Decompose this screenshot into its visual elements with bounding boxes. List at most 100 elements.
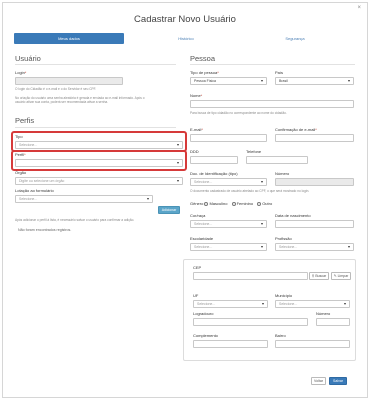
limpar-label: Limpar	[337, 274, 349, 278]
tipo-pessoa-label: Tipo de pessoa*	[190, 70, 219, 75]
endereco-numero-input[interactable]	[316, 318, 350, 326]
genero-option-label: Feminino	[236, 201, 254, 206]
profissao-label: Profissão	[275, 236, 292, 241]
tab-meus-dados[interactable]: Meus dados	[14, 33, 124, 44]
chevron-down-icon: ▾	[146, 196, 149, 201]
cor-select-value: Selecione...	[194, 222, 213, 226]
telefone-label: Telefone	[246, 149, 262, 154]
tipo-pessoa-value: Pessoa Física	[194, 79, 216, 83]
buscar-label: Buscar	[315, 274, 327, 278]
pais-select[interactable]: Brasil ▾	[275, 77, 354, 85]
nascimento-input[interactable]	[275, 220, 354, 228]
section-usuario-heading: Usuário	[15, 54, 41, 63]
genero-option-feminino[interactable]: Feminino	[231, 201, 256, 206]
email-confirm-label: Confirmação de e-mail*	[275, 127, 317, 132]
nascimento-label: Data de nascimento	[275, 213, 311, 218]
divider	[190, 64, 355, 65]
logradouro-label: Logradouro	[193, 311, 214, 316]
bairro-input[interactable]	[275, 340, 350, 348]
orgao-label: Órgão	[15, 170, 27, 175]
divider	[15, 127, 176, 128]
voltar-button[interactable]: Voltar	[311, 377, 326, 385]
chevron-down-icon: ▾	[261, 301, 264, 306]
orgao-select-value: Digite ou selecione um órgão	[19, 179, 65, 183]
genero-radio-group: Gênero Masculino Feminino Outro	[190, 201, 275, 206]
numero-label: Número	[275, 171, 290, 176]
ddd-input[interactable]	[190, 156, 238, 164]
telefone-input[interactable]	[246, 156, 308, 164]
nome-input[interactable]	[190, 100, 354, 108]
doc-label: Doc. de Identificação (tipo)	[190, 171, 238, 176]
uf-select[interactable]: Selecione... ▾	[193, 300, 268, 308]
salvar-button[interactable]: Salvar	[329, 377, 347, 385]
lotacao-label: Lotação ao formulário	[15, 188, 54, 193]
section-perfis-heading: Perfis	[15, 116, 35, 125]
cep-input[interactable]	[193, 272, 308, 280]
perfis-empty-message: Não foram encontrados registros.	[18, 228, 72, 232]
lotacao-select-value: Selecione...	[19, 197, 38, 201]
profissao-select[interactable]: Selecione... ▾	[275, 243, 354, 251]
chevron-down-icon: ▾	[176, 178, 179, 183]
pais-value: Brasil	[279, 79, 288, 83]
adicionar-button[interactable]: Adicionar	[158, 206, 180, 214]
chevron-down-icon: ▾	[260, 244, 263, 249]
genero-label: Gênero	[190, 201, 204, 206]
login-label: Login*	[15, 70, 27, 75]
tab-bar: Meus dados Histórico Segurança	[14, 33, 349, 44]
radio-icon	[204, 201, 209, 206]
chevron-down-icon: ▾	[343, 301, 346, 306]
genero-option-outro[interactable]: Outro	[257, 201, 275, 206]
login-help: O login do Cidadão é o e-mail e o do Ser…	[15, 87, 97, 91]
genero-option-masculino[interactable]: Masculino	[204, 201, 230, 206]
modal-title: Cadastrar Novo Usuário	[134, 14, 236, 25]
escolaridade-label: Escolaridade	[190, 236, 214, 241]
escolaridade-select-value: Selecione...	[194, 245, 213, 249]
divider	[15, 64, 176, 65]
cor-select[interactable]: Selecione... ▾	[190, 220, 267, 228]
uf-select-value: Selecione...	[197, 302, 216, 306]
numero-input[interactable]	[275, 178, 354, 186]
email-confirm-input[interactable]	[275, 134, 354, 142]
cor-label: Cor/raça	[190, 213, 206, 218]
bairro-label: Bairro	[275, 333, 286, 338]
complemento-input[interactable]	[193, 340, 268, 348]
chevron-down-icon: ▾	[260, 221, 263, 226]
logradouro-input[interactable]	[193, 318, 308, 326]
municipio-select-value: Selecione...	[279, 302, 298, 306]
close-icon[interactable]: ×	[357, 5, 361, 11]
doc-help: O documento cadastrado de usuário atrela…	[190, 189, 310, 193]
section-pessoa-heading: Pessoa	[190, 54, 216, 63]
cep-label: CEP	[193, 265, 202, 270]
tab-seguranca[interactable]: Segurança	[241, 33, 349, 44]
email-input[interactable]	[190, 134, 267, 142]
usuario-info-line2: usuário ativar sua conta, poderá ser rec…	[15, 100, 109, 104]
nome-help: Para busca de tipo cidadão no correspond…	[190, 111, 287, 115]
orgao-select[interactable]: Digite ou selecione um órgão ▾	[15, 177, 183, 185]
escolaridade-select[interactable]: Selecione... ▾	[190, 243, 267, 251]
chevron-down-icon: ▾	[260, 78, 263, 83]
doc-select[interactable]: Selecione... ▾	[190, 178, 267, 186]
profissao-select-value: Selecione...	[279, 245, 298, 249]
login-input[interactable]	[15, 77, 123, 85]
municipio-select[interactable]: Selecione... ▾	[275, 300, 350, 308]
genero-option-label: Outro	[262, 201, 273, 206]
uf-label: UF	[193, 293, 199, 298]
perfis-help: Após adicionar o perfil à lista, é neces…	[15, 218, 135, 222]
highlight-perfil	[11, 150, 187, 171]
highlight-tipo	[11, 131, 187, 152]
numero2-label: Número	[316, 311, 331, 316]
limpar-button[interactable]: ✎ Limpar	[331, 272, 351, 280]
complemento-label: Complemento	[193, 333, 218, 338]
doc-select-value: Selecione...	[194, 180, 213, 184]
email-label: E-mail*	[190, 127, 203, 132]
nome-label: Nome*	[190, 93, 203, 98]
tab-historico[interactable]: Histórico	[131, 33, 241, 44]
eraser-icon: ✎	[333, 274, 337, 278]
buscar-button[interactable]: ⚲ Buscar	[309, 272, 329, 280]
lotacao-select[interactable]: Selecione... ▾	[15, 195, 153, 203]
radio-icon	[257, 201, 262, 206]
chevron-down-icon: ▾	[347, 244, 350, 249]
tipo-pessoa-select[interactable]: Pessoa Física ▾	[190, 77, 267, 85]
genero-option-label: Masculino	[209, 201, 228, 206]
search-icon: ⚲	[311, 274, 315, 278]
